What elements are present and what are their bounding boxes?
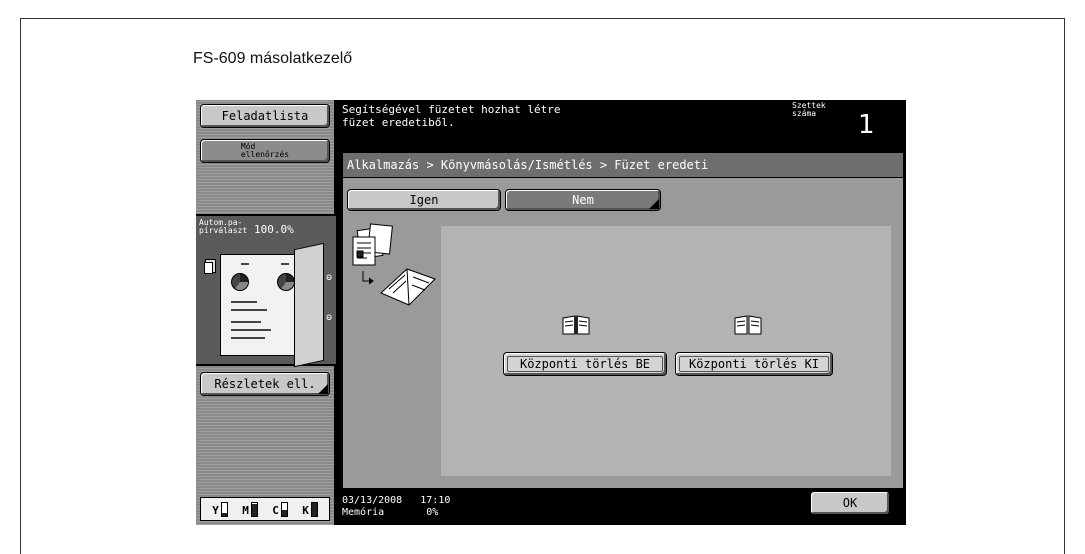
toner-m: M <box>242 501 258 517</box>
datetime: 03/13/2008 17:10 <box>342 495 451 506</box>
paper-line <box>231 321 261 323</box>
toner-fill <box>221 512 227 516</box>
status-bar: 03/13/2008 17:10 Memória 0% <box>342 495 450 519</box>
paper-line <box>231 337 265 339</box>
toner-c-gauge <box>280 501 288 517</box>
toner-y: Y <box>212 501 228 517</box>
books-to-booklet-icon <box>352 223 436 306</box>
pie-chart-icon <box>231 273 249 291</box>
center-erase-off-button[interactable]: Központi törlés KI <box>675 352 833 376</box>
zoom-value: 100.0% <box>254 223 294 236</box>
toner-k: K <box>302 501 318 517</box>
staple-mark-icon: ʘ <box>326 312 333 323</box>
page-title: FS-609 másolatkezelő <box>193 50 353 67</box>
paper-line <box>231 301 257 303</box>
booklet-fold-icon <box>294 242 324 368</box>
sets-value: 1 <box>858 110 875 140</box>
toner-fill <box>281 510 287 516</box>
breadcrumb: Alkalmazás > Könyvmásolás/Ismétlés > Füz… <box>343 153 903 178</box>
paper-line <box>231 309 267 311</box>
job-list-button[interactable]: Feladatlista <box>200 104 330 128</box>
left-sidebar: Feladatlista Mód ellenőrzés Autom.pa- pí… <box>196 100 336 525</box>
paper-line <box>231 329 271 331</box>
paper-line <box>281 263 289 265</box>
toner-k-gauge <box>310 501 318 517</box>
staple-mark-icon: ʘ <box>326 272 333 283</box>
main-area: Segítségével füzetet hozhat létre füzet … <box>338 100 906 525</box>
original-doc-icon <box>204 262 213 274</box>
toner-m-gauge <box>250 501 258 517</box>
auto-paper-label: Autom.pa- pírválaszt <box>199 218 248 235</box>
yes-option-button[interactable]: Igen <box>347 189 501 211</box>
output-preview: Autom.pa- pírválaszt 100.0% ʘ ʘ <box>196 214 336 368</box>
help-message: Segítségével füzetet hozhat létre füzet … <box>342 103 561 129</box>
settings-panel: Alkalmazás > Könyvmásolás/Ismétlés > Füz… <box>342 152 904 489</box>
toner-k-label: K <box>302 503 309 517</box>
toner-level-bar: Y M C K <box>200 497 330 521</box>
no-option-button[interactable]: Nem <box>505 189 661 211</box>
toner-y-label: Y <box>212 503 219 517</box>
toner-m-label: M <box>242 503 249 517</box>
ok-button[interactable]: OK <box>810 491 890 515</box>
mode-check-button[interactable]: Mód ellenőrzés <box>200 139 330 163</box>
center-erase-area: Központi törlés BE Központi törlés KI <box>441 226 891 476</box>
toner-c: C <box>272 501 288 517</box>
paper-line <box>241 263 249 265</box>
open-book-icon <box>562 315 590 335</box>
center-erase-on-button[interactable]: Központi törlés BE <box>503 352 667 376</box>
toner-c-label: C <box>272 503 279 517</box>
toner-y-gauge <box>220 501 228 517</box>
open-book-icon <box>734 315 762 335</box>
toner-fill <box>311 502 317 516</box>
pie-chart-icon <box>277 273 295 291</box>
toner-fill <box>251 503 257 516</box>
device-screen: Feladatlista Mód ellenőrzés Autom.pa- pí… <box>196 100 906 525</box>
memory-status: Memória 0% <box>342 507 439 518</box>
sets-label: Szettek száma <box>792 101 826 118</box>
details-check-button[interactable]: Részletek ell. <box>200 372 330 396</box>
